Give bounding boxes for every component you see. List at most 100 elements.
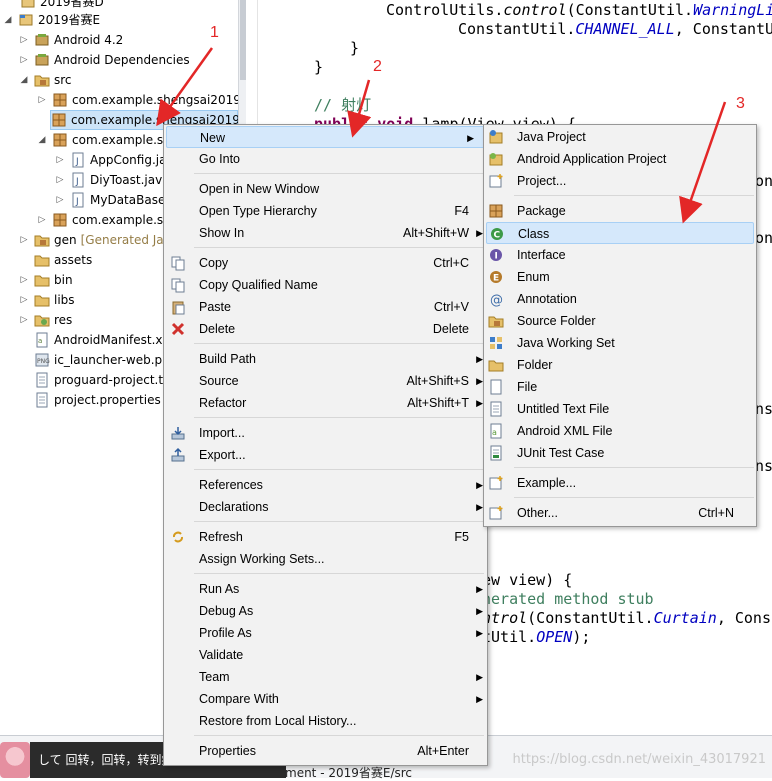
collapse-icon[interactable]: ▷ [18,50,30,70]
submenu-arrow-icon: ▶ [476,354,483,364]
menu-item-copy-qualified-name[interactable]: Copy Qualified Name [170,274,469,296]
tree-item-appconfig[interactable]: ▷ J AppConfig.ja [54,150,166,170]
delete-icon [170,321,186,337]
menu-item-profile-as[interactable]: Profile As ▶ [199,622,483,644]
tree-item-launcher-png[interactable]: PNG ic_launcher-web.pn [34,350,170,370]
menu-item-interface[interactable]: I Interface [488,244,750,266]
menu-item-debug-as[interactable]: Debug As ▶ [199,600,483,622]
tree-item-package-4[interactable]: ▷ com.example.sh [36,210,171,230]
menu-item-open-new-window[interactable]: Open in New Window [199,178,469,200]
code-line: tUtil.OPEN); [482,628,591,646]
tree-item-package-3[interactable]: ◢ com.example.sh [36,130,171,150]
copy-icon [170,277,186,293]
tree-item-manifest[interactable]: a AndroidManifest.xml [34,330,178,350]
collapse-icon[interactable]: ▷ [36,90,48,110]
menu-separator [194,735,484,736]
context-menu: New ▶ Go Into Open in New Window Open Ty… [163,124,488,766]
collapse-icon[interactable]: ▷ [54,150,66,170]
menu-item-file[interactable]: File [488,376,750,398]
text-file-icon [488,401,504,417]
menu-item-refactor[interactable]: Refactor Alt+Shift+T ▶ [199,392,483,414]
menu-item-properties[interactable]: Properties Alt+Enter [199,740,469,762]
collapse-icon[interactable]: ▷ [36,210,48,230]
menu-item-project[interactable]: Project... [488,170,750,192]
menu-item-go-into[interactable]: Go Into [199,148,479,170]
menu-item-compare-with[interactable]: Compare With ▶ [199,688,483,710]
collapse-icon[interactable]: ▷ [18,30,30,50]
collapse-icon[interactable]: ▷ [18,230,30,250]
image-file-icon: PNG [34,352,50,368]
tree-item-src[interactable]: ◢ src [18,70,72,90]
tree-item-project-properties[interactable]: project.properties [34,390,161,410]
tree-item-assets[interactable]: assets [34,250,92,270]
tree-item-bin[interactable]: ▷ bin [18,270,73,290]
menu-item-show-in[interactable]: Show In Alt+Shift+W ▶ [199,222,483,244]
collapse-icon[interactable]: ▷ [18,310,30,330]
tree-item-proguard[interactable]: proguard-project.t [34,370,163,390]
menu-item-class[interactable]: C Class [486,222,754,244]
menu-item-paste[interactable]: Paste Ctrl+V [170,296,469,318]
status-text: ment - 2019省赛E/src [285,766,413,780]
menu-item-declarations[interactable]: Declarations ▶ [199,496,483,518]
menu-item-restore-local-history[interactable]: Restore from Local History... [199,710,469,732]
svg-text:J: J [75,157,79,167]
tree-item-gen[interactable]: ▷ gen [Generated Java [18,230,179,250]
menu-item-enum[interactable]: E Enum [488,266,750,288]
annotation-number-2: 2 [373,58,382,75]
tree-item-libs[interactable]: ▷ libs [18,290,75,310]
menu-item-junit-test-case[interactable]: JUnit Test Case [488,442,750,464]
menu-separator [194,417,484,418]
menu-item-refresh[interactable]: Refresh F5 [170,526,469,548]
menu-item-references[interactable]: References ▶ [199,474,483,496]
menu-item-java-project[interactable]: Java Project [488,126,750,148]
tree-item-mydatabase[interactable]: ▷ J MyDataBase [54,190,165,210]
menu-item-source[interactable]: Source Alt+Shift+S ▶ [199,370,483,392]
menu-item-folder[interactable]: Folder [488,354,750,376]
tree-item-res[interactable]: ▷ res [18,310,73,330]
menu-item-annotation[interactable]: @ Annotation [488,288,750,310]
menu-item-build-path[interactable]: Build Path ▶ [199,348,483,370]
collapse-icon[interactable]: ▷ [18,270,30,290]
menu-item-assign-working-sets[interactable]: Assign Working Sets... [199,548,469,570]
menu-item-other[interactable]: Other... Ctrl+N [488,502,750,524]
svg-text:a: a [492,428,497,437]
menu-item-untitled-text-file[interactable]: Untitled Text File [488,398,750,420]
menu-item-android-app-project[interactable]: Android Application Project [488,148,750,170]
import-icon [170,425,186,441]
tree-item-android-lib[interactable]: ▷ Android 4.2 [18,30,124,50]
menu-item-android-xml-file[interactable]: a Android XML File [488,420,750,442]
android-xml-icon: a [488,423,504,439]
tree-item-diytoast[interactable]: ▷ J DiyToast.java [54,170,170,190]
code-fragment: ns [755,400,772,418]
menu-item-source-folder[interactable]: Source Folder [488,310,750,332]
menu-item-export[interactable]: Export... [170,444,469,466]
java-file-icon: J [70,192,86,208]
menu-item-package[interactable]: Package [488,200,750,222]
submenu-arrow-icon: ▶ [476,584,483,594]
expand-icon[interactable]: ◢ [2,10,14,30]
package-icon [52,132,68,148]
menu-item-validate[interactable]: Validate [199,644,469,666]
menu-item-copy[interactable]: Copy Ctrl+C [170,252,469,274]
submenu-arrow-icon: ▶ [476,672,483,682]
menu-item-open-type-hierarchy[interactable]: Open Type Hierarchy F4 [199,200,469,222]
menu-item-run-as[interactable]: Run As ▶ [199,578,483,600]
tree-item-package-1[interactable]: ▷ com.example.shengsai2019e [36,90,249,110]
menu-item-team[interactable]: Team ▶ [199,666,483,688]
collapse-icon[interactable]: ▷ [18,290,30,310]
menu-item-new[interactable]: New ▶ [166,126,485,148]
collapse-icon[interactable]: ▷ [54,190,66,210]
menu-separator [194,573,484,574]
avatar [0,742,30,778]
tree-item-android-deps[interactable]: ▷ Android Dependencies [18,50,190,70]
collapse-icon[interactable]: ▷ [54,170,66,190]
svg-text:a: a [38,337,42,345]
menu-item-delete[interactable]: Delete Delete [170,318,469,340]
submenu-arrow-icon: ▶ [467,133,474,143]
menu-item-example[interactable]: Example... [488,472,750,494]
expand-icon[interactable]: ◢ [18,70,30,90]
menu-item-import[interactable]: Import... [170,422,469,444]
menu-item-java-working-set[interactable]: Java Working Set [488,332,750,354]
tree-item-project-e[interactable]: ◢ 2019省赛E [2,10,101,30]
expand-icon[interactable]: ◢ [36,130,48,150]
